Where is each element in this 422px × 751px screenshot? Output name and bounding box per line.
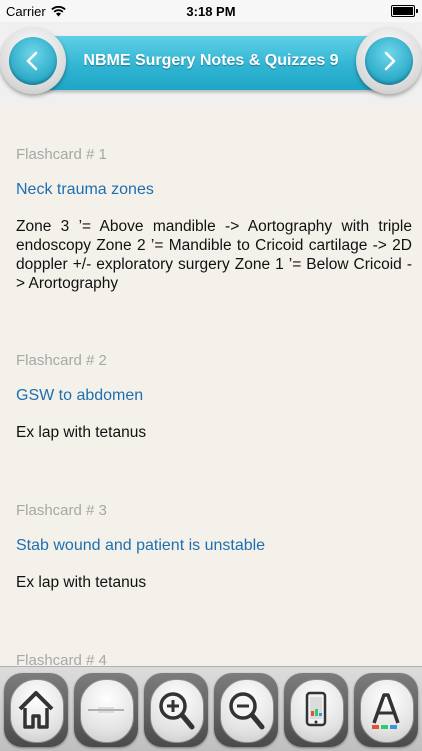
home-button[interactable]: [4, 673, 68, 747]
status-bar: Carrier 3:18 PM: [0, 0, 422, 22]
flip-card-icon: [88, 707, 124, 713]
flip-card-button[interactable]: [74, 673, 138, 747]
chevron-right-icon: [384, 51, 396, 71]
zoom-out-icon: [229, 692, 265, 730]
flashcard-title: Stab wound and patient is unstable: [16, 537, 266, 554]
battery-icon: [391, 5, 418, 17]
flashcard-answer: Ex lap with tetanus: [16, 574, 147, 591]
flashcard-number: Flashcard # 2: [16, 352, 107, 369]
font-style-button[interactable]: [354, 673, 418, 747]
flashcard-list[interactable]: Flashcard # 1 Neck trauma zones Zone 3 ’…: [0, 106, 422, 666]
bottom-toolbar: [0, 666, 422, 751]
flashcard-answer: Zone 3 ’= Above mandible -> Aortography …: [16, 218, 412, 292]
zoom-in-button[interactable]: [144, 673, 208, 747]
home-icon: [18, 691, 54, 729]
zoom-out-button[interactable]: [214, 673, 278, 747]
flashcard-number: Flashcard # 4: [16, 652, 107, 666]
app-header: NBME Surgery Notes & Quizzes 9: [0, 22, 422, 106]
flashcard: Flashcard # 4: [16, 652, 412, 666]
flashcard-title: Neck trauma zones: [16, 181, 154, 198]
page-title: NBME Surgery Notes & Quizzes 9: [83, 52, 339, 69]
flashcard: Flashcard # 1 Neck trauma zones Zone 3 ’…: [16, 146, 412, 293]
device-settings-icon: [305, 691, 327, 727]
back-button[interactable]: [0, 28, 66, 94]
flashcard-answer: Ex lap with tetanus: [16, 424, 147, 441]
forward-button[interactable]: [356, 28, 422, 94]
device-settings-button[interactable]: [284, 673, 348, 747]
flashcard-title: GSW to abdomen: [16, 387, 144, 404]
zoom-in-icon: [159, 692, 195, 730]
flashcard: Flashcard # 3 Stab wound and patient is …: [16, 502, 412, 592]
clock: 3:18 PM: [186, 4, 236, 19]
chevron-left-icon: [26, 51, 38, 71]
flashcard-number: Flashcard # 3: [16, 502, 107, 519]
flashcard-number: Flashcard # 1: [16, 146, 107, 163]
font-style-icon: [372, 693, 400, 729]
flashcard: Flashcard # 2 GSW to abdomen Ex lap with…: [16, 352, 412, 442]
